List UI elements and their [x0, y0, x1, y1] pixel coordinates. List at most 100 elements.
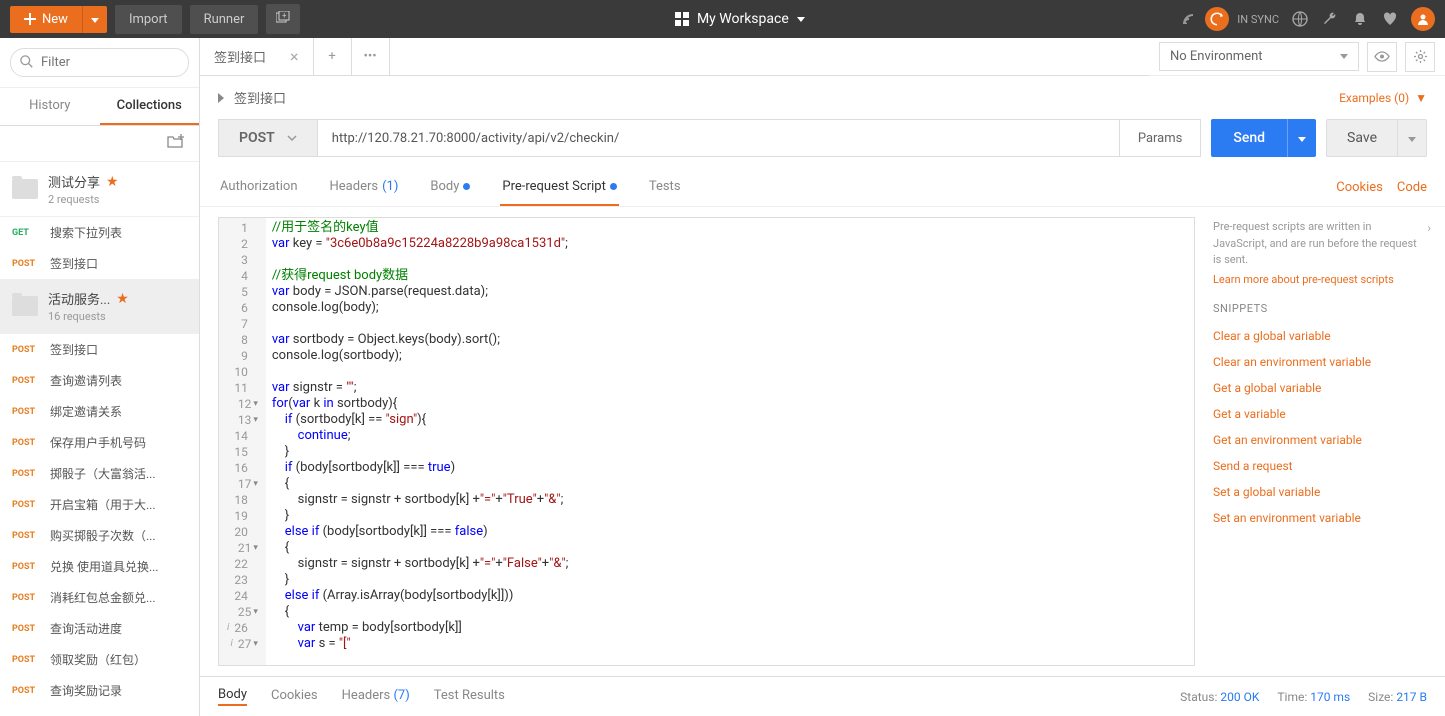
request-tab[interactable]: 签到接口 × [200, 38, 314, 76]
env-quicklook-button[interactable] [1367, 42, 1397, 72]
satellite-icon [1179, 10, 1197, 28]
code-link[interactable]: Code [1397, 180, 1427, 195]
request-item[interactable]: POST 查询邀请列表 [0, 365, 199, 396]
request-name: 签到接口 [50, 255, 98, 272]
snippet-item[interactable]: Clear an environment variable [1213, 349, 1427, 375]
request-item[interactable]: POST 领取奖励（红包） [0, 644, 199, 675]
plus-icon [24, 13, 36, 25]
request-item[interactable]: POST 查询奖励记录 [0, 675, 199, 706]
method-badge: POST [12, 624, 40, 634]
tab-tests[interactable]: Tests [647, 169, 683, 206]
method-badge: GET [12, 228, 40, 238]
search-icon [20, 55, 34, 69]
method-badge: POST [12, 345, 40, 355]
environment-select[interactable]: No Environment [1159, 42, 1359, 71]
method-select[interactable]: POST [218, 119, 318, 157]
snippet-item[interactable]: Set an environment variable [1213, 505, 1427, 531]
tab-body[interactable]: Body [428, 169, 472, 206]
browse-icon[interactable] [1291, 10, 1309, 28]
request-name: 保存用户手机号码 [50, 434, 146, 451]
gutter: 123456789101112▾13▾14151617▾18192021▾222… [219, 218, 266, 665]
res-tab-headers[interactable]: Headers (7) [342, 688, 410, 705]
method-badge: POST [12, 655, 40, 665]
cookies-link[interactable]: Cookies [1336, 180, 1383, 195]
request-item[interactable]: GET 搜索下拉列表 [0, 217, 199, 248]
save-dropdown[interactable] [1398, 119, 1427, 157]
tab-headers[interactable]: Headers (1) [328, 169, 401, 206]
send-button[interactable]: Send [1211, 119, 1287, 157]
request-item[interactable]: POST 兑换 使用道具兑换... [0, 551, 199, 582]
method-badge: POST [12, 376, 40, 386]
chevron-down-icon [287, 135, 297, 141]
sidebar: History Collections 测试分享 ★2 requests GET… [0, 38, 200, 716]
new-folder-icon [167, 134, 185, 149]
runner-button[interactable]: Runner [190, 5, 259, 34]
request-item[interactable]: POST 查询活动进度 [0, 613, 199, 644]
tab-collections[interactable]: Collections [100, 88, 200, 125]
collection-item[interactable]: 活动服务... ★16 requests [0, 279, 199, 334]
new-window-button[interactable]: + [266, 4, 300, 34]
new-dropdown[interactable] [82, 6, 107, 33]
code-editor[interactable]: 123456789101112▾13▾14151617▾18192021▾222… [218, 217, 1195, 666]
send-dropdown[interactable] [1287, 119, 1316, 157]
learn-more-link[interactable]: Learn more about pre-request scripts [1213, 273, 1427, 286]
method-badge: POST [12, 407, 40, 417]
request-item[interactable]: POST 开启宝箱（用于大... [0, 489, 199, 520]
request-name: 搜索下拉列表 [50, 224, 122, 241]
new-button[interactable]: New [10, 6, 82, 33]
add-tab-button[interactable]: + [314, 38, 352, 76]
request-item[interactable]: POST 保存用户手机号码 [0, 427, 199, 458]
response-bar: Body Cookies Headers (7) Test Results St… [200, 676, 1445, 716]
res-tab-body[interactable]: Body [218, 687, 247, 706]
star-icon: ★ [106, 174, 119, 190]
env-bar: No Environment [1149, 38, 1445, 76]
heart-icon[interactable] [1381, 10, 1399, 28]
sync-status: IN SYNC [1179, 7, 1279, 31]
method-badge: POST [12, 593, 40, 603]
request-item[interactable]: POST 签到接口 [0, 248, 199, 279]
request-item[interactable]: POST 消耗红包总金额兑... [0, 582, 199, 613]
snippet-item[interactable]: Get a global variable [1213, 375, 1427, 401]
snippet-item[interactable]: Get a variable [1213, 401, 1427, 427]
snippet-item[interactable]: Clear a global variable [1213, 323, 1427, 349]
wrench-icon[interactable] [1321, 10, 1339, 28]
params-button[interactable]: Params [1120, 119, 1202, 157]
collapse-panel-icon[interactable]: › [1427, 221, 1431, 235]
workspace-selector[interactable]: My Workspace [300, 11, 1179, 27]
res-tab-tests[interactable]: Test Results [434, 688, 505, 705]
request-item[interactable]: POST 掷骰子（大富翁活... [0, 458, 199, 489]
gear-icon [1413, 49, 1428, 64]
method-badge: POST [12, 469, 40, 479]
import-button[interactable]: Import [115, 5, 182, 34]
dot-indicator [610, 183, 617, 190]
collection-item[interactable]: 测试分享 ★2 requests [0, 162, 199, 217]
request-item[interactable]: POST 签到接口 [0, 334, 199, 365]
snippet-item[interactable]: Send a request [1213, 453, 1427, 479]
tab-more-button[interactable]: ••• [352, 38, 390, 76]
examples-link[interactable]: Examples (0) ▼ [1339, 91, 1427, 105]
save-button[interactable]: Save [1326, 119, 1398, 157]
snippet-item[interactable]: Get an environment variable [1213, 427, 1427, 453]
tab-history[interactable]: History [0, 88, 100, 125]
bell-icon[interactable] [1351, 10, 1369, 28]
request-item[interactable]: POST 绑定邀请关系 [0, 396, 199, 427]
snippet-item[interactable]: Set a global variable [1213, 479, 1427, 505]
chevron-down-icon [1340, 54, 1348, 59]
method-badge: POST [12, 531, 40, 541]
request-name: 兑换 使用道具兑换... [50, 558, 158, 575]
star-icon: ★ [116, 291, 129, 307]
code-content[interactable]: //用于签名的key值var key = "3c6e0b8a9c15224a82… [266, 218, 575, 665]
chevron-down-icon [91, 18, 99, 23]
env-settings-button[interactable] [1405, 42, 1435, 72]
url-input[interactable] [318, 119, 1120, 157]
sidebar-list: 测试分享 ★2 requests GET 搜索下拉列表 POST 签到接口 活动… [0, 162, 199, 716]
res-tab-cookies[interactable]: Cookies [271, 688, 318, 705]
tab-prerequest[interactable]: Pre-request Script [500, 169, 618, 206]
filter-input[interactable] [10, 48, 189, 77]
caret-right-icon[interactable] [218, 93, 226, 103]
user-avatar[interactable] [1411, 7, 1435, 31]
new-collection-button[interactable] [0, 126, 199, 162]
close-tab-icon[interactable]: × [290, 47, 299, 66]
request-item[interactable]: POST 购买掷骰子次数（... [0, 520, 199, 551]
tab-authorization[interactable]: Authorization [218, 169, 300, 206]
